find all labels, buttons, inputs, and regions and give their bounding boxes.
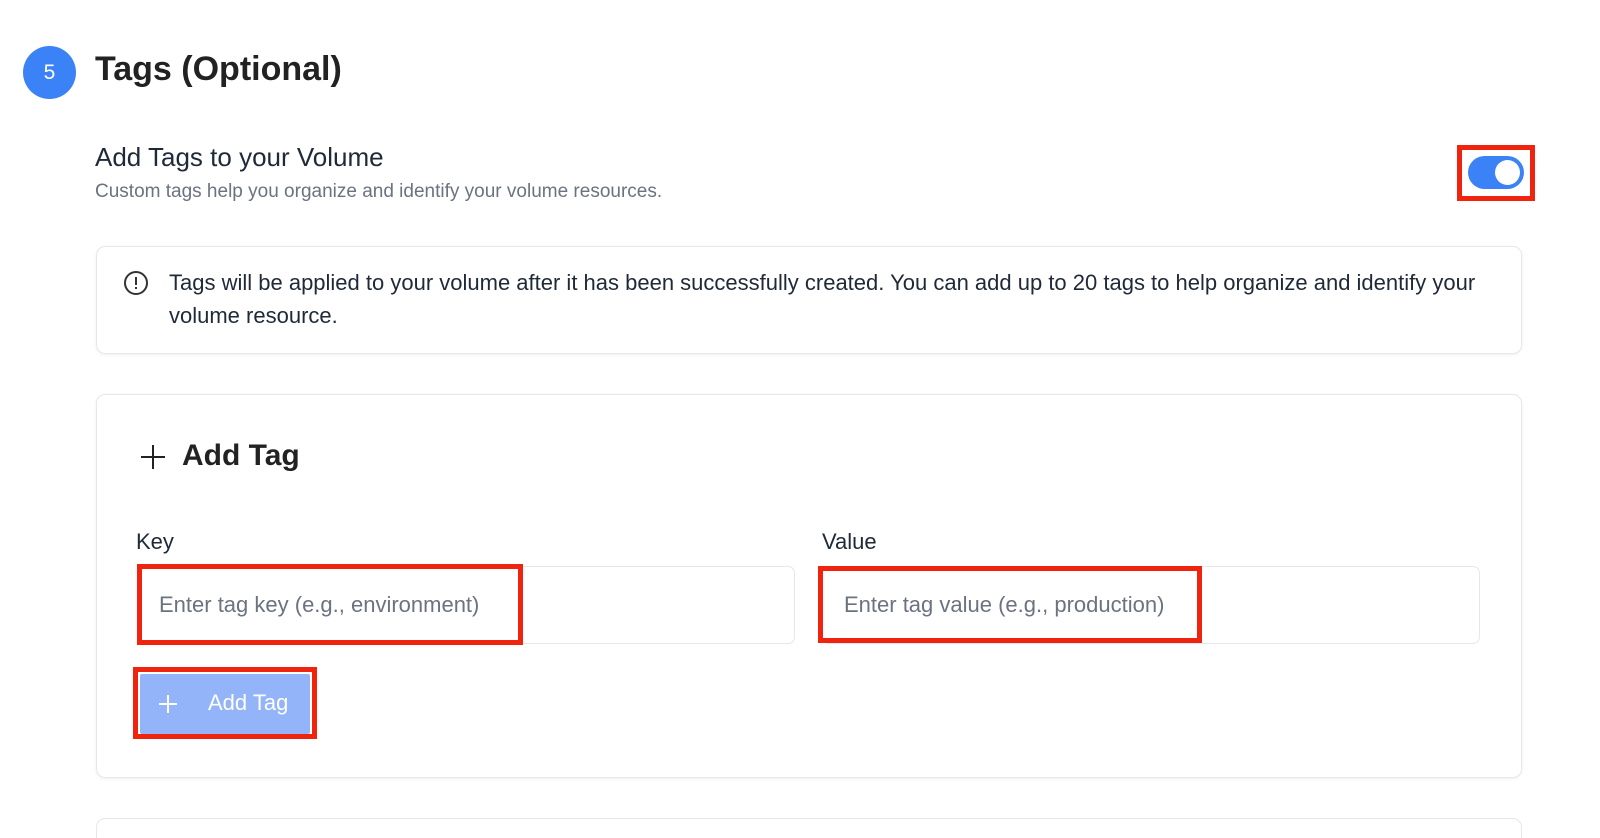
value-input-highlight-box bbox=[818, 566, 1202, 643]
value-field-label: Value bbox=[822, 529, 877, 554]
add-tag-button-highlight-box bbox=[133, 667, 317, 739]
next-section-card bbox=[96, 818, 1522, 838]
tags-toggle-description: Custom tags help you organize and identi… bbox=[95, 181, 663, 202]
key-input-highlight-box bbox=[137, 564, 523, 645]
info-callout-text: Tags will be applied to your volume afte… bbox=[169, 270, 1476, 328]
key-field-label: Key bbox=[136, 529, 174, 554]
toggle-highlight-box bbox=[1457, 145, 1535, 201]
tags-toggle-heading: Add Tags to your Volume bbox=[95, 142, 384, 172]
add-tag-card-title: Add Tag bbox=[182, 439, 300, 472]
info-circle-icon bbox=[124, 271, 148, 295]
step-number-badge: 5 bbox=[23, 46, 76, 99]
section-title: Tags (Optional) bbox=[95, 50, 342, 88]
plus-icon bbox=[141, 445, 165, 469]
